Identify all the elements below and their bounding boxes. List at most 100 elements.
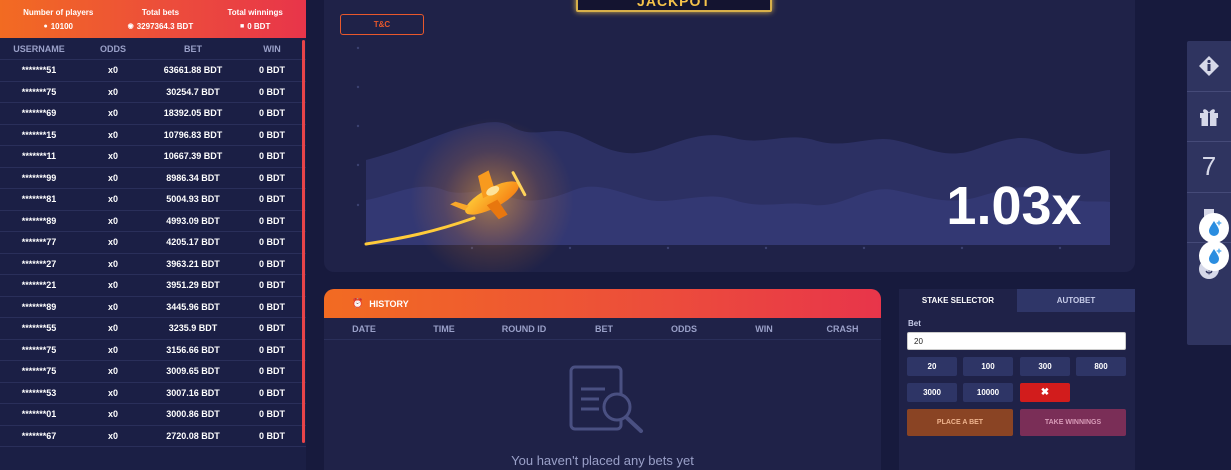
table-row: *******89 x0 3445.96 BDT 0 BDT <box>0 297 306 318</box>
stat-players-label: Number of players <box>23 7 94 17</box>
cell-bet: 3007.16 BDT <box>166 387 220 398</box>
amount-button-20[interactable]: 20 <box>907 357 957 376</box>
cell-bet: 3235.9 BDT <box>168 323 218 334</box>
cell-odds: x0 <box>107 237 118 248</box>
players-scrollbar[interactable] <box>302 40 305 443</box>
money-icon: ■ <box>239 22 245 30</box>
jackpot-badge[interactable]: JACKPOT <box>576 0 772 12</box>
terms-button[interactable]: T&C <box>340 14 424 35</box>
cell-bet: 5004.93 BDT <box>166 194 220 205</box>
cell-bet: 18392.05 BDT <box>163 108 223 119</box>
seven-icon: 7 <box>1201 151 1217 182</box>
amount-button-100[interactable]: 100 <box>963 357 1013 376</box>
column-win: WIN <box>755 323 773 334</box>
column-crash: CRASH <box>826 323 859 334</box>
cell-win: 0 BDT <box>258 237 285 248</box>
cell-bet: 2720.08 BDT <box>166 430 220 441</box>
cell-odds: x0 <box>107 129 118 140</box>
cell-bet: 3963.21 BDT <box>166 258 220 269</box>
stat-winnings-value: 0 BDT <box>247 21 271 31</box>
tab-autobet[interactable]: AUTOBET <box>1017 289 1135 312</box>
place-bet-button[interactable]: PLACE A BET <box>907 409 1013 436</box>
column-bet: BET <box>595 323 613 334</box>
cell-odds: x0 <box>107 280 118 291</box>
water-drop-icon[interactable] <box>1199 213 1229 243</box>
cell-win: 0 BDT <box>258 366 285 377</box>
cell-win: 0 BDT <box>258 301 285 312</box>
players-table: USERNAME ODDS BET WIN *******51 x0 63661.8… <box>0 38 306 447</box>
tab-stake-selector[interactable]: STAKE SELECTOR <box>899 289 1017 312</box>
column-bet: BET <box>184 43 202 54</box>
cell-odds: x0 <box>107 108 118 119</box>
water-drop-icon-2[interactable] <box>1199 241 1229 271</box>
table-row: *******75 x0 3156.66 BDT 0 BDT <box>0 340 306 361</box>
cell-bet: 3951.29 BDT <box>166 280 220 291</box>
cell-username: *******21 <box>21 280 57 291</box>
column-odds: ODDS <box>99 43 126 54</box>
cell-username: *******53 <box>21 387 57 398</box>
cell-bet: 3009.65 BDT <box>166 366 220 377</box>
rail-info[interactable] <box>1187 41 1231 92</box>
amount-button-3000[interactable]: 3000 <box>907 383 957 402</box>
cell-username: *******51 <box>21 65 57 76</box>
rail-gift[interactable] <box>1187 92 1231 143</box>
table-row: *******01 x0 3000.86 BDT 0 BDT <box>0 404 306 426</box>
cell-odds: x0 <box>107 344 118 355</box>
cell-odds: x0 <box>107 65 118 76</box>
empty-history-icon <box>569 365 643 433</box>
bet-label: Bet <box>908 319 921 328</box>
cell-username: *******55 <box>21 323 57 334</box>
cell-username: *******67 <box>21 430 57 441</box>
cell-username: *******75 <box>21 344 57 355</box>
cell-username: *******15 <box>21 129 57 140</box>
cell-win: 0 BDT <box>258 344 285 355</box>
empty-history-message: You haven't placed any bets yet <box>511 453 694 468</box>
cell-odds: x0 <box>107 409 118 420</box>
bet-tabs: STAKE SELECTOR AUTOBET <box>899 289 1135 312</box>
cell-odds: x0 <box>107 387 118 398</box>
cell-bet: 4993.09 BDT <box>166 215 220 226</box>
amount-button-300[interactable]: 300 <box>1020 357 1070 376</box>
cell-odds: x0 <box>107 86 118 97</box>
bet-amount-input[interactable] <box>907 332 1126 350</box>
cell-win: 0 BDT <box>258 86 285 97</box>
cell-win: 0 BDT <box>258 194 285 205</box>
cell-username: *******81 <box>21 194 57 205</box>
cell-username: *******77 <box>21 237 57 248</box>
take-winnings-button[interactable]: TAKE WINNINGS <box>1020 409 1126 436</box>
cell-bet: 10667.39 BDT <box>163 151 223 162</box>
cell-bet: 30254.7 BDT <box>166 86 220 97</box>
cell-username: *******01 <box>21 409 57 420</box>
cell-win: 0 BDT <box>258 409 285 420</box>
stat-winnings-label: Total winnings <box>227 7 283 17</box>
cell-bet: 10796.83 BDT <box>163 129 223 140</box>
cell-bet: 3000.86 BDT <box>166 409 220 420</box>
table-row: *******75 x0 30254.7 BDT 0 BDT <box>0 82 306 103</box>
cell-win: 0 BDT <box>258 430 285 441</box>
game-area: JACKPOT T&C 1.03x <box>324 0 1135 272</box>
rail-seven[interactable]: 7 <box>1187 142 1231 193</box>
cell-username: *******11 <box>21 151 57 162</box>
cell-username: *******27 <box>21 258 57 269</box>
cell-odds: x0 <box>107 151 118 162</box>
side-rail: 7 $ <box>1187 41 1231 345</box>
stat-players: Number of players ● 10100 <box>23 7 93 32</box>
cell-win: 0 BDT <box>258 151 285 162</box>
cell-bet: 4205.17 BDT <box>166 237 220 248</box>
stats-bar: Number of players ● 10100 Total bets ◉ 3… <box>0 0 306 38</box>
history-icon: ⏰ <box>352 298 364 308</box>
amount-button-10000[interactable]: 10000 <box>963 383 1013 402</box>
column-date: DATE <box>352 323 376 334</box>
cell-username: *******75 <box>21 366 57 377</box>
cell-odds: x0 <box>107 215 118 226</box>
table-row: *******11 x0 10667.39 BDT 0 BDT <box>0 146 306 168</box>
column-odds: ODDS <box>670 323 697 334</box>
cell-username: *******89 <box>21 301 57 312</box>
cell-win: 0 BDT <box>258 258 285 269</box>
amount-button-800[interactable]: 800 <box>1076 357 1126 376</box>
stat-bets: Total bets ◉ 3297364.3 BDT <box>128 7 194 32</box>
clear-bet-button[interactable]: ✖ <box>1020 383 1070 402</box>
table-row: *******53 x0 3007.16 BDT 0 BDT <box>0 383 306 404</box>
history-title: HISTORY <box>369 298 409 309</box>
cell-odds: x0 <box>107 258 118 269</box>
